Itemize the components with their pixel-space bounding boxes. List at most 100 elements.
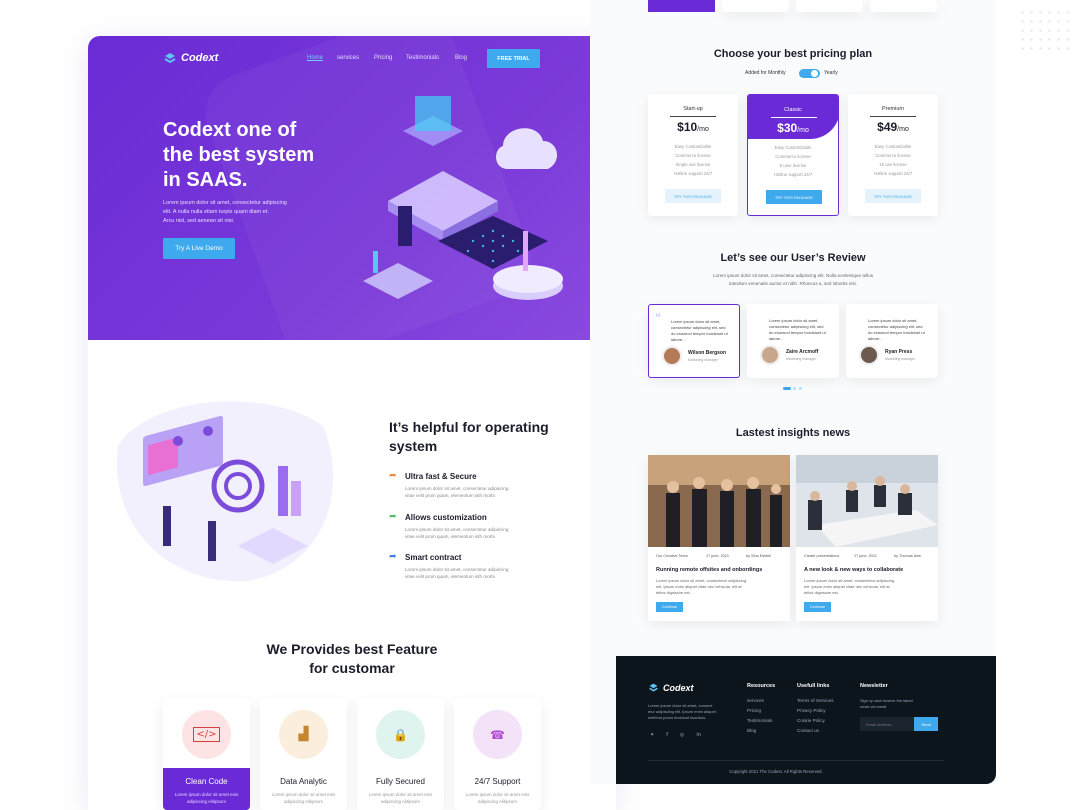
helpful-item-text-line-2: vitae velit proin quam, elementum sith m… bbox=[405, 534, 495, 539]
feature-text-line-1: Lorem ipsum dolor sit amet enis bbox=[368, 792, 433, 797]
newsletter-email-input[interactable] bbox=[860, 717, 914, 731]
nav-testimonials[interactable]: Testimonials bbox=[406, 55, 439, 61]
footer-divider bbox=[648, 760, 944, 761]
continue-button[interactable]: Continue bbox=[804, 602, 831, 612]
footer-resources-list: services Pricing Testimonials Blog bbox=[747, 696, 772, 736]
feature-name: Fully Secured bbox=[376, 777, 425, 786]
folder-lock-icon: 🔒 bbox=[376, 710, 425, 759]
plan-price-value: $30 bbox=[777, 121, 798, 135]
plan-price: $10/mo bbox=[648, 120, 738, 134]
footer-useful-list: Terms of Services Privacy Policy Cookie … bbox=[797, 696, 834, 736]
reviewer-name: Wilson Bergson bbox=[688, 350, 727, 356]
footer-link[interactable]: Privacy Policy bbox=[797, 706, 834, 716]
support-icon: ☎ bbox=[473, 710, 522, 759]
pricing-title: Choose your best pricing plan bbox=[713, 48, 873, 60]
footer-link[interactable]: Testimonials bbox=[747, 716, 772, 726]
helpful-item-title: Allows customization bbox=[405, 513, 487, 522]
plan-feature: 5 user license bbox=[779, 163, 807, 168]
nav-home[interactable]: Home bbox=[307, 55, 323, 61]
plan-divider bbox=[771, 117, 817, 118]
footer-link[interactable]: Terms of Services bbox=[797, 696, 834, 706]
avatar bbox=[662, 346, 682, 366]
feature-text-line-2: adipiscing elitipsum bbox=[380, 799, 421, 804]
footer-resources-title: Resources bbox=[747, 683, 776, 689]
footer-logo[interactable]: Codext bbox=[648, 682, 694, 693]
hero-isometric-illustration bbox=[363, 96, 563, 300]
footer-link[interactable]: services bbox=[747, 696, 772, 706]
news-excerpt: Lorem ipsum dolor sit amet, consectetur … bbox=[656, 578, 746, 596]
hero-title-line-2: the best system bbox=[163, 144, 315, 166]
arrow-icon: ➦ bbox=[389, 552, 397, 562]
operating-system-illustration bbox=[116, 401, 334, 582]
twitter-icon[interactable]: ✦ bbox=[650, 732, 654, 738]
news-card-2[interactable]: Create presentations 17 june, 2021 by Th… bbox=[796, 455, 938, 621]
news-title: Lastest insights news bbox=[735, 427, 851, 439]
carousel-dot[interactable] bbox=[793, 387, 796, 390]
footer-link[interactable]: Pricing bbox=[747, 706, 772, 716]
feature-card-clean-code[interactable]: </> Clean Code Lorem ipsum dolor sit ame… bbox=[163, 698, 250, 810]
avatar bbox=[760, 345, 780, 365]
billing-toggle[interactable] bbox=[799, 69, 820, 78]
toggle-label-yearly: Yearly bbox=[824, 70, 838, 76]
review-card-1[interactable]: ❝ Lorem ipsum dolor sit amet, consectetu… bbox=[648, 304, 740, 378]
plan-feature: Easy Customizable bbox=[874, 144, 912, 149]
review-card-2[interactable]: Lorem ipsum dolor sit amet, consectetur … bbox=[747, 304, 839, 378]
newsletter-send-button[interactable]: Send bbox=[914, 717, 938, 731]
footer-link[interactable]: Contact us bbox=[797, 726, 834, 736]
pricing-card-classic: Classic $30/mo Easy Customizable Commerc… bbox=[747, 94, 839, 216]
live-demo-button[interactable]: Try A Live Demo bbox=[163, 238, 235, 259]
hero-title-line-1: Codext one of bbox=[163, 119, 297, 141]
nav-services[interactable]: services bbox=[337, 55, 359, 61]
footer-copyright: Copyright 2021 The Codext. All Rights Re… bbox=[729, 769, 823, 774]
feature-name: Clean Code bbox=[185, 777, 228, 786]
hero-text-line-2: elit. A nulla nulla etiam turpis quam di… bbox=[163, 209, 269, 215]
plan-price-period: /mo bbox=[697, 126, 709, 133]
review-quote-line-4: labore... bbox=[868, 336, 883, 341]
helpful-title-line-2: system bbox=[389, 438, 438, 454]
feature-card-fully-secured[interactable]: 🔒 Fully Secured Lorem ipsum dolor sit am… bbox=[357, 698, 444, 810]
plan-features: Easy Customizable Commerce license Singl… bbox=[648, 142, 738, 178]
feature-text-line-1: Lorem ipsum dolor sit amet enis bbox=[271, 792, 336, 797]
try-package-button[interactable]: TRY THIS PACKAGE bbox=[665, 189, 721, 203]
logo[interactable]: Codext bbox=[163, 51, 218, 65]
news-date: 17 june, 2021 bbox=[854, 554, 878, 558]
try-package-button[interactable]: TRY THIS PACKAGE bbox=[865, 189, 921, 203]
carousel-dot-active[interactable] bbox=[783, 387, 791, 390]
logo-icon bbox=[649, 683, 658, 692]
plan-price-period: /mo bbox=[897, 126, 909, 133]
footer-link[interactable]: Blog bbox=[747, 726, 772, 736]
try-package-button[interactable]: TRY THIS PACKAGE bbox=[766, 190, 822, 204]
news-card-1[interactable]: Our Creative Team 17 june, 2021 by Sina … bbox=[648, 455, 790, 621]
feature-text: Lorem ipsum dolor sit amet enis adipisci… bbox=[260, 791, 347, 805]
plan-divider bbox=[870, 116, 916, 117]
continue-button[interactable]: Continue bbox=[656, 602, 683, 612]
plan-features: Easy Customizable Commerce license 5 use… bbox=[748, 143, 838, 179]
carousel-dot[interactable] bbox=[799, 387, 802, 390]
plan-feature: Single use license bbox=[675, 162, 711, 167]
news-excerpt-line-3: tellus dignissim est. bbox=[656, 590, 691, 595]
feature-card-data-analytic[interactable]: ▟ Data Analytic Lorem ipsum dolor sit am… bbox=[260, 698, 347, 810]
helpful-item-title: Smart contract bbox=[405, 553, 462, 562]
feature-name: Data Analytic bbox=[280, 777, 327, 786]
plan-price-value: $49 bbox=[877, 120, 898, 134]
plan-price: $49/mo bbox=[848, 120, 938, 134]
reviewer-role: Marketing manager bbox=[688, 358, 719, 362]
plan-price: $30/mo bbox=[748, 121, 838, 135]
feature-text: Lorem ipsum dolor sit amet enis adipisci… bbox=[454, 791, 541, 805]
feature-card-support[interactable]: ☎ 24/7 Support Lorem ipsum dolor sit ame… bbox=[454, 698, 541, 810]
arrow-icon: ➦ bbox=[389, 512, 397, 522]
helpful-item-text: Lorem ipsum dolor sit amet, consectetur … bbox=[405, 526, 508, 540]
feature-name: 24/7 Support bbox=[474, 777, 521, 786]
nav-blog[interactable]: Blog bbox=[455, 55, 467, 61]
free-trial-button[interactable]: FREE TRIAL bbox=[487, 49, 540, 68]
footer-link[interactable]: Cookie Policy bbox=[797, 716, 834, 726]
review-card-3[interactable]: Lorem ipsum dolor sit amet, consectetur … bbox=[846, 304, 938, 378]
news-headline[interactable]: Running remote offsites and onbordings bbox=[656, 567, 762, 573]
linkedin-icon[interactable]: in bbox=[696, 732, 701, 738]
toggle-knob bbox=[811, 70, 818, 77]
newsletter-text: Sign up and receive the latest news via … bbox=[860, 698, 913, 710]
instagram-icon[interactable]: ◎ bbox=[680, 732, 684, 738]
nav-pricing[interactable]: Pricing bbox=[374, 55, 392, 61]
facebook-icon[interactable]: f bbox=[666, 732, 668, 738]
news-headline[interactable]: A new look & new ways to collaborate bbox=[804, 567, 903, 573]
